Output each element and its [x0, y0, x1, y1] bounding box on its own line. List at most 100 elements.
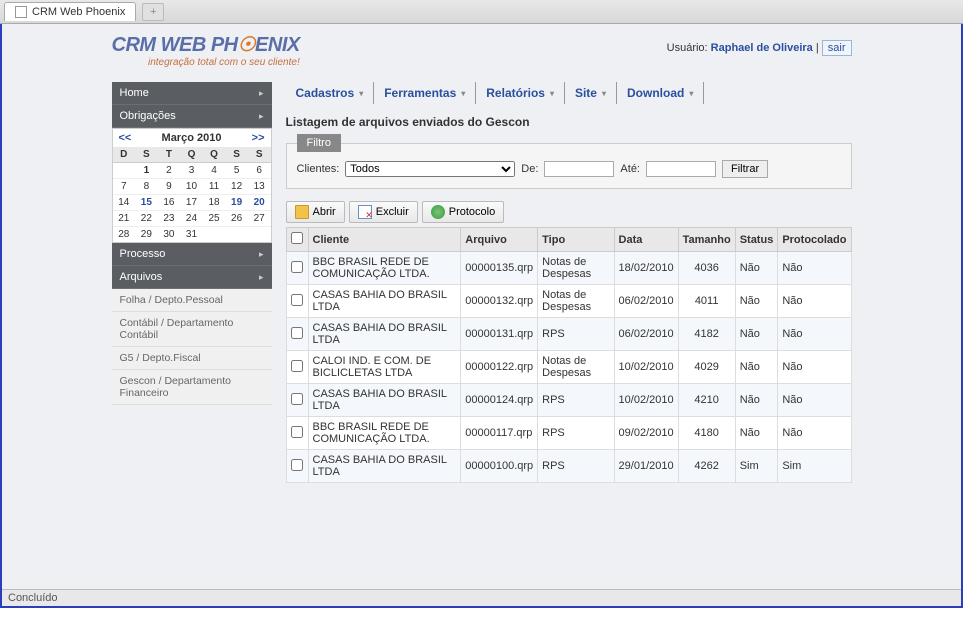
cal-day[interactable]: 19 [225, 195, 248, 211]
cal-day[interactable]: 21 [113, 211, 136, 227]
row-checkbox[interactable] [291, 393, 303, 405]
logout-button[interactable]: sair [822, 40, 852, 56]
clientes-label: Clientes: [297, 163, 340, 175]
delete-button[interactable]: Excluir [349, 201, 418, 223]
table-row[interactable]: CASAS BAHIA DO BRASIL LTDA00000132.qrpNo… [286, 285, 851, 318]
cal-day[interactable]: 23 [158, 211, 181, 227]
table-row[interactable]: CALOI IND. E COM. DE BICLICLETAS LTDA000… [286, 351, 851, 384]
row-checkbox[interactable] [291, 426, 303, 438]
cal-next[interactable]: >> [252, 132, 265, 144]
cal-day[interactable]: 20 [248, 195, 271, 211]
menu-download[interactable]: Download ▾ [617, 82, 704, 104]
page-viewport: CRM WEB PH☉ENIX integração total com o s… [0, 24, 963, 608]
col-header: Status [735, 228, 778, 252]
menu-site[interactable]: Site ▾ [565, 82, 617, 104]
cal-day[interactable]: 17 [180, 195, 203, 211]
menu-cadastros[interactable]: Cadastros ▾ [286, 82, 375, 104]
menu-relatórios[interactable]: Relatórios ▾ [476, 82, 565, 104]
col-header [286, 228, 308, 252]
page-icon [15, 6, 27, 18]
sidebar-item-home[interactable]: Home▸ [112, 82, 272, 105]
sidebar-subitem[interactable]: G5 / Depto.Fiscal [112, 347, 272, 370]
cal-day[interactable]: 7 [113, 179, 136, 195]
ate-label: Até: [620, 163, 640, 175]
row-checkbox[interactable] [291, 261, 303, 273]
chevron-down-icon: ▾ [602, 89, 606, 98]
sidebar-item-arquivos[interactable]: Arquivos▸ [112, 266, 272, 289]
cal-day[interactable]: 22 [135, 211, 158, 227]
table-row[interactable]: CASAS BAHIA DO BRASIL LTDA00000124.qrpRP… [286, 384, 851, 417]
clientes-select[interactable]: Todos [345, 161, 515, 177]
action-bar: Abrir Excluir Protocolo [286, 201, 852, 223]
protocol-icon [431, 205, 445, 219]
cal-day[interactable]: 12 [225, 179, 248, 195]
de-label: De: [521, 163, 538, 175]
table-row[interactable]: CASAS BAHIA DO BRASIL LTDA00000100.qrpRP… [286, 450, 851, 483]
new-tab-button[interactable]: + [142, 3, 164, 21]
cal-day[interactable]: 2 [158, 163, 181, 179]
chevron-down-icon: ▾ [689, 89, 693, 98]
cal-day[interactable]: 5 [225, 163, 248, 179]
sidebar-item-processo[interactable]: Processo▸ [112, 243, 272, 266]
cal-day [225, 227, 248, 243]
col-header: Tipo [538, 228, 614, 252]
cal-day[interactable]: 18 [203, 195, 226, 211]
cal-day[interactable]: 31 [180, 227, 203, 243]
col-header: Protocolado [778, 228, 851, 252]
chevron-down-icon: ▾ [550, 89, 554, 98]
cal-day[interactable]: 13 [248, 179, 271, 195]
filter-button[interactable]: Filtrar [722, 160, 768, 178]
row-checkbox[interactable] [291, 360, 303, 372]
sidebar: Home▸Obrigações▸ << Março 2010 >> DSTQQS… [112, 82, 272, 483]
table-row[interactable]: CASAS BAHIA DO BRASIL LTDA00000131.qrpRP… [286, 318, 851, 351]
table-row[interactable]: BBC BRASIL REDE DE COMUNICAÇÃO LTDA.0000… [286, 417, 851, 450]
cal-day[interactable]: 8 [135, 179, 158, 195]
cal-day[interactable]: 25 [203, 211, 226, 227]
de-input[interactable] [544, 161, 614, 177]
chevron-down-icon: ▾ [461, 89, 465, 98]
main-menu: Cadastros ▾Ferramentas ▾Relatórios ▾Site… [286, 82, 852, 105]
cal-day [203, 227, 226, 243]
protocol-button[interactable]: Protocolo [422, 201, 504, 223]
cal-day[interactable]: 10 [180, 179, 203, 195]
sidebar-subitem[interactable]: Contábil / Departamento Contábil [112, 312, 272, 347]
col-header: Arquivo [461, 228, 538, 252]
row-checkbox[interactable] [291, 459, 303, 471]
logo: CRM WEB PH☉ENIX integração total com o s… [112, 32, 300, 68]
select-all-checkbox[interactable] [291, 232, 303, 244]
table-row[interactable]: BBC BRASIL REDE DE COMUNICAÇÃO LTDA.0000… [286, 252, 851, 285]
browser-tabs-bar: CRM Web Phoenix + [0, 0, 963, 24]
cal-day[interactable]: 28 [113, 227, 136, 243]
folder-open-icon [295, 205, 309, 219]
menu-ferramentas[interactable]: Ferramentas ▾ [374, 82, 476, 104]
delete-icon [358, 205, 372, 219]
cal-day[interactable]: 24 [180, 211, 203, 227]
user-label: Usuário: [667, 42, 708, 54]
chevron-down-icon: ▾ [359, 89, 363, 98]
open-button[interactable]: Abrir [286, 201, 345, 223]
user-area: Usuário: Raphael de Oliveira | sair [667, 40, 852, 56]
cal-day[interactable]: 3 [180, 163, 203, 179]
cal-day[interactable]: 4 [203, 163, 226, 179]
cal-day[interactable]: 29 [135, 227, 158, 243]
cal-day [248, 227, 271, 243]
ate-input[interactable] [646, 161, 716, 177]
browser-tab[interactable]: CRM Web Phoenix [4, 2, 136, 21]
page-title: Listagem de arquivos enviados do Gescon [286, 115, 852, 129]
sidebar-subitem[interactable]: Gescon / Departamento Financeiro [112, 370, 272, 405]
cal-day[interactable]: 9 [158, 179, 181, 195]
cal-day[interactable]: 27 [248, 211, 271, 227]
cal-day[interactable]: 16 [158, 195, 181, 211]
row-checkbox[interactable] [291, 294, 303, 306]
sidebar-subitem[interactable]: Folha / Depto.Pessoal [112, 289, 272, 312]
cal-prev[interactable]: << [119, 132, 132, 144]
cal-day[interactable]: 15 [135, 195, 158, 211]
row-checkbox[interactable] [291, 327, 303, 339]
cal-day[interactable]: 30 [158, 227, 181, 243]
cal-day[interactable]: 1 [135, 163, 158, 179]
cal-day[interactable]: 11 [203, 179, 226, 195]
cal-day[interactable]: 6 [248, 163, 271, 179]
cal-day[interactable]: 14 [113, 195, 136, 211]
cal-day[interactable]: 26 [225, 211, 248, 227]
sidebar-item-obrigações[interactable]: Obrigações▸ [112, 105, 272, 128]
